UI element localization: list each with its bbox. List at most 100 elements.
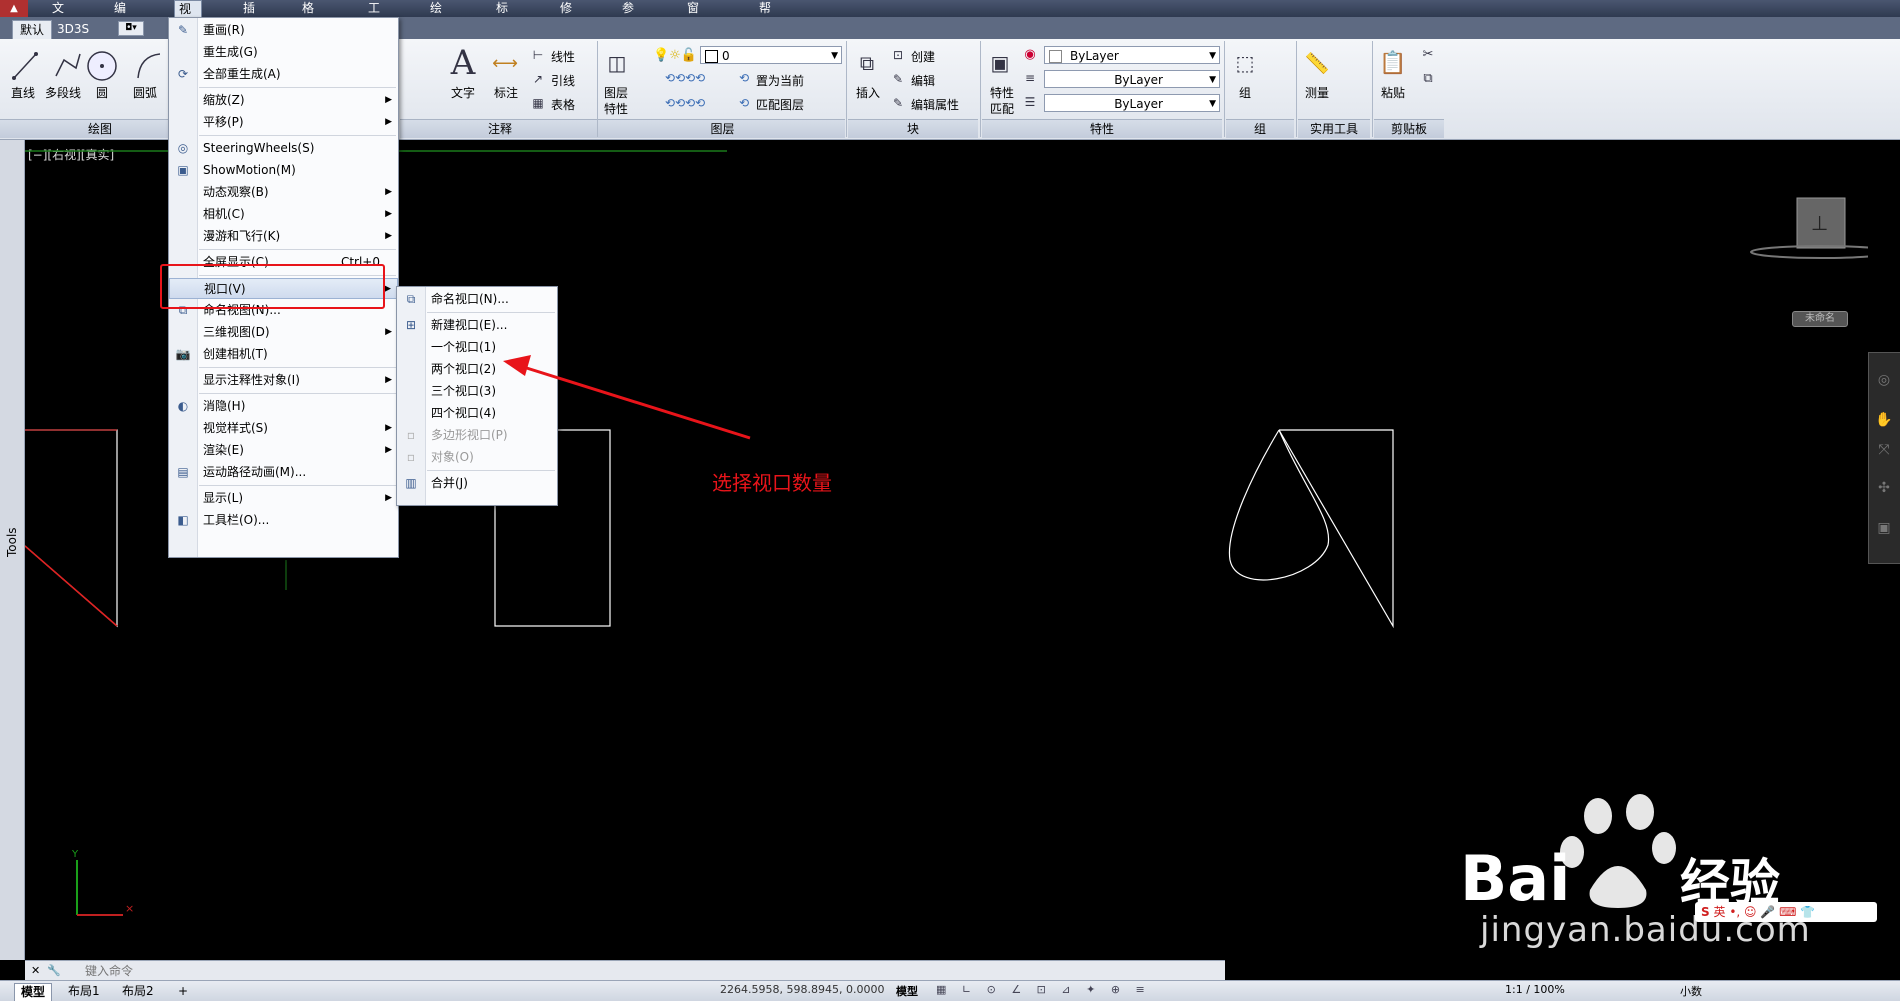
layer-tool-row2-icons[interactable]: ⟲⟲⟲⟲ [640,95,730,111]
panel-title-layer[interactable]: 图层 [600,119,845,138]
view-menu-item-8[interactable]: 相机(C) ▶ [169,204,398,225]
insert-label[interactable]: 插入 [856,84,880,101]
view-menu-item-16[interactable]: ◐ 消隐(H) [169,396,398,417]
dimension-icon[interactable]: ⟷ [490,46,520,80]
model-space-toggle[interactable]: 模型 [896,983,918,999]
panel-title-group[interactable]: 组 [1226,119,1294,138]
view-menu-item-2[interactable]: ⟳ 全部重生成(A) [169,64,398,85]
panel-title-utilities[interactable]: 实用工具 [1298,119,1370,138]
view-menu-item-21[interactable]: ◧ 工具栏(O)... [169,510,398,531]
menu-item-11[interactable]: 帮助(H) [755,0,781,49]
draw-polyline-label[interactable]: 多段线 [45,84,81,101]
insert-block-icon[interactable]: ⧉ [852,46,882,80]
zoom-icon[interactable]: ⤧ [1874,442,1894,462]
showmotion-nav-icon[interactable]: ▣ [1874,520,1894,540]
tab-layout1[interactable]: 布局1 [62,983,106,1000]
view-menu-item-13[interactable]: 三维视图(D) ▶ [169,322,398,343]
view-menu-item-20[interactable]: 显示(L) ▶ [169,488,398,509]
match-label[interactable]: 匹配 [990,100,1014,117]
menu-item-3[interactable]: 插入(I) [239,0,260,49]
edit-block-label[interactable]: 编辑 [911,72,935,89]
draw-arc-label[interactable]: 圆弧 [133,84,157,101]
layer-combo[interactable]: 0 ▼ [700,46,842,64]
panel-title-annotation[interactable]: 注释 [400,119,600,138]
view-menu-item-7[interactable]: 动态观察(B) ▶ [169,182,398,203]
app-logo[interactable]: ▲ [0,0,28,17]
linetype-icon[interactable]: ☰ [1022,94,1038,110]
view-menu-item-14[interactable]: 📷 创建相机(T) [169,344,398,365]
dimension-tool-label[interactable]: 标注 [494,84,518,101]
named-view-box[interactable]: 未命名 [1792,311,1848,327]
pan-hand-icon[interactable]: ✋ [1874,412,1894,432]
tools-palette-label[interactable]: Tools [5,527,19,557]
linear-dim-label[interactable]: 线性 [551,48,575,65]
add-layout-icon[interactable]: + [172,983,194,1000]
menu-item-6[interactable]: 绘图(D) [426,0,453,49]
table-label[interactable]: 表格 [551,96,575,113]
draw-circle-label[interactable]: 圆 [96,84,108,101]
layer-tool-row-icons[interactable]: ⟲⟲⟲⟲ [640,70,730,86]
viewport-menu-item-8[interactable]: ▥ 合并(J) [397,473,557,494]
color-wheel-icon[interactable]: ◉ [1022,46,1038,62]
view-menu-item-4[interactable]: 平移(P) ▶ [169,112,398,133]
view-menu-item-17[interactable]: 视觉样式(S) ▶ [169,418,398,439]
properties-icon[interactable]: ▣ [986,46,1014,80]
create-block-label[interactable]: 创建 [911,48,935,65]
steering-wheel-icon[interactable]: ◎ [1874,372,1894,392]
view-menu-item-5[interactable]: ◎ SteeringWheels(S) [169,138,398,159]
view-menu-item-0[interactable]: ✎ 重画(R) [169,20,398,41]
command-input[interactable]: 键入命令 [85,961,133,981]
color-combo[interactable]: ByLayer ▼ [1044,46,1220,64]
wrench-icon[interactable]: 🔧 [47,961,61,981]
menu-item-9[interactable]: 参数(P) [618,0,643,49]
orbit-icon[interactable]: ✣ [1874,480,1894,500]
tab-3d3s[interactable]: 3D3S [50,20,96,38]
cut-icon[interactable]: ✂ [1420,46,1436,62]
layer-properties-icon[interactable]: ◫ [603,46,631,80]
menu-item-10[interactable]: 窗口(W) [683,0,712,49]
tab-layout2[interactable]: 布局2 [116,983,160,1000]
edit-attr-label[interactable]: 编辑属性 [911,96,959,113]
view-menu-item-3[interactable]: 缩放(Z) ▶ [169,90,398,111]
menu-item-0[interactable]: 文件(F) [48,0,72,49]
group-icon[interactable]: ⬚ [1230,46,1260,80]
copy-icon[interactable]: ⧉ [1420,70,1436,86]
status-toggle-icons[interactable]: ▦ ∟ ⊙ ∠ ⊡ ⊿ ✦ ⊕ ≡ [936,983,1151,996]
measure-label[interactable]: 测量 [1305,84,1329,101]
paste-icon[interactable]: 📋 [1378,46,1408,80]
panel-title-properties[interactable]: 特性 [982,119,1222,138]
menu-item-8[interactable]: 修改(M) [556,0,584,49]
view-menu-item-6[interactable]: ▣ ShowMotion(M) [169,160,398,181]
draw-line-label[interactable]: 直线 [11,84,35,101]
menu-item-1[interactable]: 编辑(E) [110,0,135,49]
measure-icon[interactable]: 📏 [1300,46,1334,80]
tab-model[interactable]: 模型 [14,983,53,1001]
viewport-menu-item-0[interactable]: ⧉ 命名视口(N)... [397,289,557,310]
panel-title-clipboard[interactable]: 剪贴板 [1374,119,1444,138]
tab-default[interactable]: 默认 [12,20,53,40]
text-tool-label[interactable]: 文字 [451,84,475,101]
menu-item-4[interactable]: 格式(O) [298,0,325,49]
view-menu-item-1[interactable]: 重生成(G) [169,42,398,63]
view-menu-item-18[interactable]: 渲染(E) ▶ [169,440,398,461]
viewport-menu-item-1[interactable]: ⊞ 新建视口(E)... [397,315,557,336]
panel-title-block[interactable]: 块 [848,119,978,138]
tab-overflow-icon[interactable]: ◘▾ [118,21,144,36]
group-label[interactable]: 组 [1239,84,1251,101]
menu-item-5[interactable]: 工具(T) [364,0,389,49]
properties-label[interactable]: 特性 [990,84,1014,101]
leader-label[interactable]: 引线 [551,72,575,89]
linetype-combo[interactable]: ByLayer ▼ [1044,94,1220,112]
view-menu-item-19[interactable]: ▤ 运动路径动画(M)... [169,462,398,483]
menu-item-7[interactable]: 标注(N) [492,0,518,49]
close-icon[interactable]: ✕ [31,961,40,981]
view-menu-item-15[interactable]: 显示注释性对象(I) ▶ [169,370,398,391]
text-icon[interactable]: A [446,43,480,83]
paste-label[interactable]: 粘贴 [1381,84,1405,101]
lineweight-combo[interactable]: ByLayer ▼ [1044,70,1220,88]
lineweight-icon[interactable]: ≡ [1022,70,1038,86]
view-menu-item-9[interactable]: 漫游和飞行(K) ▶ [169,226,398,247]
set-current-label[interactable]: 置为当前 [756,72,804,89]
layer-tool-label[interactable]: 图层 [604,84,628,101]
layer-prop-label[interactable]: 特性 [604,100,628,117]
